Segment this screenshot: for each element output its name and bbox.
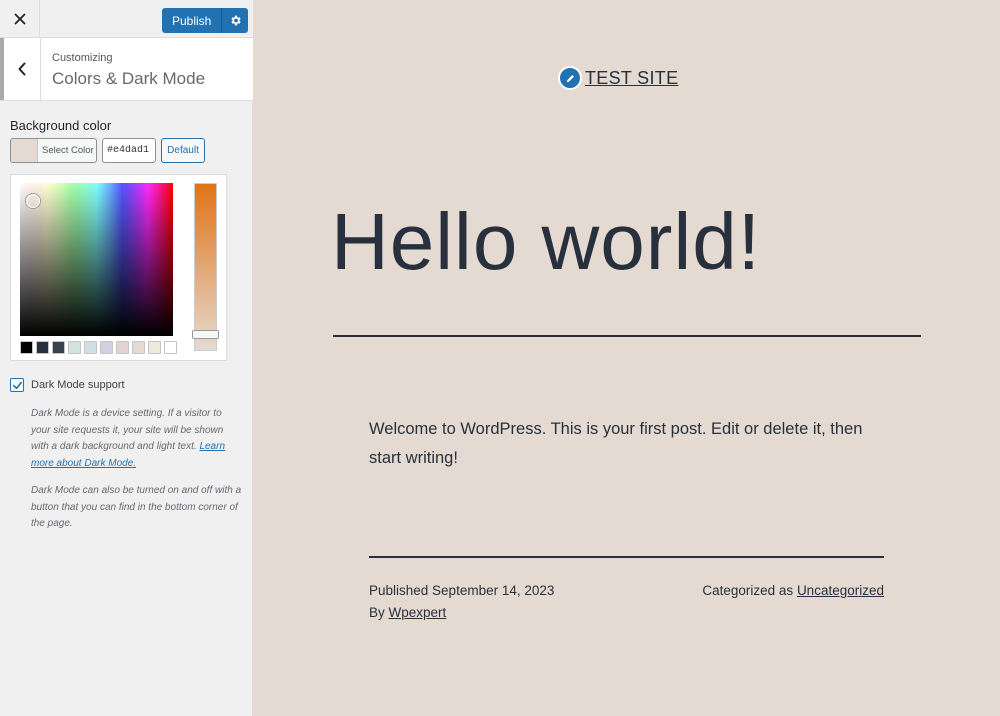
select-color-button[interactable]: Select Color xyxy=(10,138,97,163)
post-meta-left: Published September 14, 2023 By Wpexpert xyxy=(369,580,554,624)
dark-mode-checkbox[interactable] xyxy=(10,378,24,392)
checkmark-icon xyxy=(12,381,22,389)
palette-swatch[interactable] xyxy=(52,341,65,354)
background-color-label: Background color xyxy=(10,118,112,133)
dark-mode-row: Dark Mode support xyxy=(10,378,125,392)
section-header: Customizing Colors & Dark Mode xyxy=(0,38,253,101)
palette-swatch[interactable] xyxy=(36,341,49,354)
published-date: September 14, 2023 xyxy=(432,583,555,598)
post-content: Welcome to WordPress. This is your first… xyxy=(369,420,863,467)
palette-swatch[interactable] xyxy=(148,341,161,354)
section-title: Colors & Dark Mode xyxy=(52,69,206,88)
post-meta-right: Categorized as Uncategorized xyxy=(702,580,884,602)
color-picker xyxy=(10,174,227,361)
saturation-square[interactable] xyxy=(20,183,173,336)
publish-group: Publish xyxy=(162,8,249,33)
dark-mode-description-text: Dark Mode is a device setting. If a visi… xyxy=(31,408,224,452)
color-palette xyxy=(20,341,177,354)
pencil-icon xyxy=(566,74,574,82)
dark-mode-label: Dark Mode support xyxy=(31,379,125,391)
published-prefix: Published xyxy=(369,583,433,598)
palette-swatch[interactable] xyxy=(116,341,129,354)
dark-mode-toggle-note: Dark Mode can also be turned on and off … xyxy=(31,485,242,529)
hue-slider-handle[interactable] xyxy=(192,330,219,339)
palette-swatch[interactable] xyxy=(132,341,145,354)
palette-swatch[interactable] xyxy=(68,341,81,354)
select-color-label: Select Color xyxy=(42,145,94,156)
palette-swatch[interactable] xyxy=(84,341,97,354)
default-color-button[interactable]: Default xyxy=(161,138,205,163)
customizer-header: Publish xyxy=(0,0,253,38)
breadcrumb: Customizing xyxy=(52,52,113,64)
post-title: Hello world! xyxy=(331,197,761,286)
site-branding: TEST SITE xyxy=(558,66,678,90)
publish-button[interactable]: Publish xyxy=(162,8,222,33)
close-customizer-button[interactable] xyxy=(0,0,40,38)
site-preview: TEST SITE Hello world! Welcome to WordPr… xyxy=(254,0,1000,716)
footer-divider xyxy=(369,556,884,558)
chevron-left-icon xyxy=(18,62,26,76)
dark-mode-description: Dark Mode is a device setting. If a visi… xyxy=(31,406,243,472)
author-prefix: By xyxy=(369,605,389,620)
category-link[interactable]: Uncategorized xyxy=(797,583,884,598)
gear-icon xyxy=(231,15,241,26)
author-link[interactable]: Wpexpert xyxy=(389,605,447,620)
hex-color-input[interactable] xyxy=(102,138,156,163)
site-title-link[interactable]: TEST SITE xyxy=(585,68,678,89)
back-button[interactable] xyxy=(0,38,41,100)
edit-shortcut-button[interactable] xyxy=(558,66,582,90)
author-line: By Wpexpert xyxy=(369,602,554,624)
current-color-swatch xyxy=(11,139,38,162)
publish-settings-button[interactable] xyxy=(221,8,249,33)
saturation-handle[interactable] xyxy=(26,194,40,208)
customizer-sidebar: Publish Customizing Colors & Dark Mode B… xyxy=(0,0,253,716)
hue-slider[interactable] xyxy=(192,183,219,351)
close-icon xyxy=(14,13,25,25)
title-divider xyxy=(333,335,921,337)
palette-swatch[interactable] xyxy=(164,341,177,354)
published-line: Published September 14, 2023 xyxy=(369,580,554,602)
category-prefix: Categorized as xyxy=(702,583,797,598)
palette-swatch[interactable] xyxy=(20,341,33,354)
palette-swatch[interactable] xyxy=(100,341,113,354)
